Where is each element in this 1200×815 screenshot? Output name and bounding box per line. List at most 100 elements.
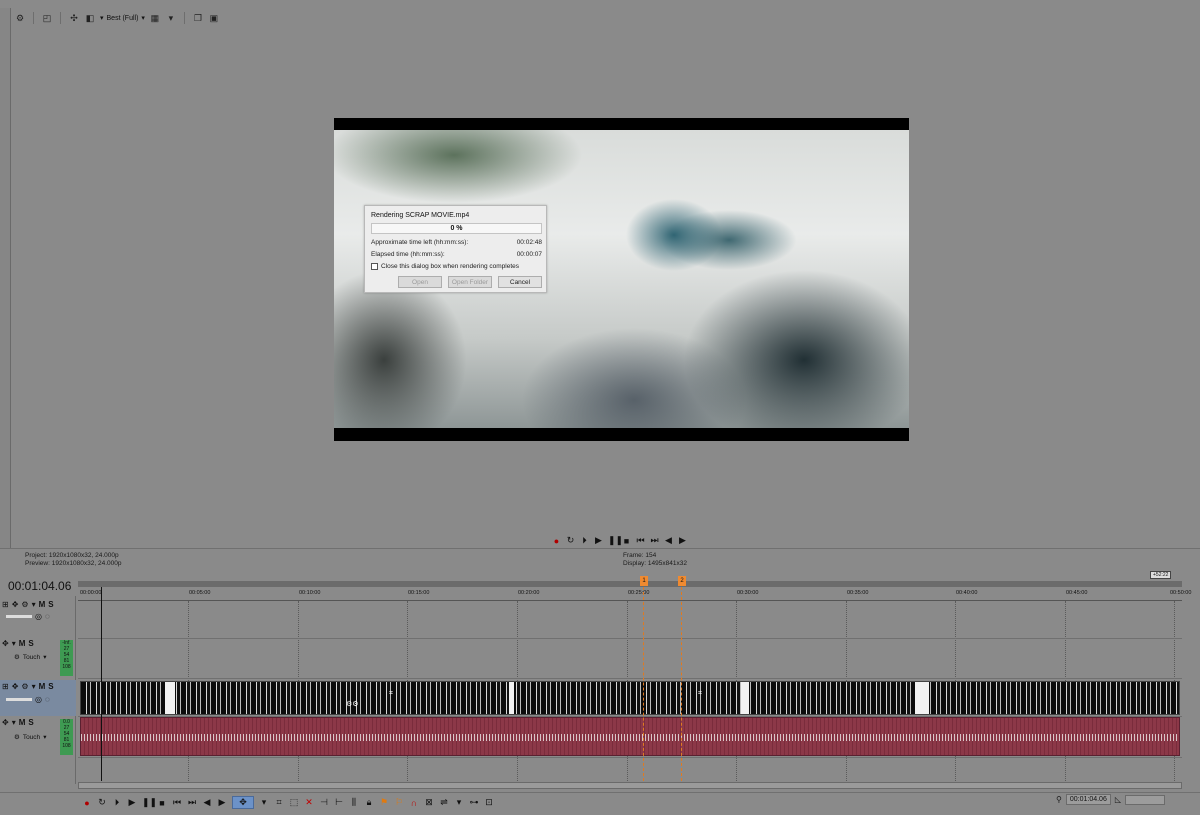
- mute-button[interactable]: M: [19, 639, 26, 648]
- close-when-done-option[interactable]: Close this dialog box when rendering com…: [371, 263, 519, 270]
- selection-length-field[interactable]: [1125, 794, 1165, 805]
- overlay-icon[interactable]: ◧: [84, 12, 96, 24]
- compositing-icon[interactable]: ◌: [45, 612, 50, 621]
- play-from-start-icon[interactable]: ⏵: [112, 797, 122, 808]
- event-pan-crop-icon[interactable]: ⌗: [698, 690, 702, 698]
- composite-mode-icon[interactable]: ◎: [35, 695, 42, 704]
- track-fx-icon[interactable]: ⚙: [21, 682, 28, 691]
- save-icon[interactable]: ▣: [208, 12, 220, 24]
- level-slider[interactable]: [6, 615, 32, 618]
- marker-2[interactable]: 2: [678, 576, 686, 586]
- solo-button[interactable]: S: [28, 639, 33, 648]
- go-to-start-icon[interactable]: ⏮: [172, 797, 182, 808]
- previous-frame-icon[interactable]: ◀: [202, 797, 212, 808]
- chevron-down-icon[interactable]: ▾: [12, 718, 16, 727]
- video-event[interactable]: [165, 682, 175, 714]
- play-icon[interactable]: ▶: [127, 797, 137, 808]
- delete-icon[interactable]: ✕: [304, 797, 314, 808]
- cancel-button[interactable]: Cancel: [498, 276, 542, 288]
- timeline-area[interactable]: 1 2 +52:22 00:00:00 00:05:00 00:10:00 00…: [78, 571, 1200, 781]
- solo-button[interactable]: S: [48, 600, 53, 609]
- go-to-start-icon[interactable]: ⏮: [636, 535, 645, 546]
- move-icon[interactable]: ✥: [12, 600, 19, 609]
- playhead-cursor[interactable]: [101, 587, 102, 781]
- normal-edit-tool-icon[interactable]: ✥: [232, 796, 254, 809]
- close-when-done-checkbox[interactable]: [371, 263, 378, 270]
- loop-region-end[interactable]: +52:22: [1150, 571, 1172, 579]
- split-icon[interactable]: ⫼: [349, 797, 359, 808]
- move-icon[interactable]: ✥: [2, 718, 9, 727]
- insert-region-icon[interactable]: ⚐: [394, 797, 404, 808]
- chevron-down-icon[interactable]: ▾: [12, 639, 16, 648]
- cursor-timecode[interactable]: 00:01:04.06: [8, 579, 71, 593]
- insert-marker-icon[interactable]: ⚑: [379, 797, 389, 808]
- move-icon[interactable]: ✥: [12, 682, 19, 691]
- open-folder-button[interactable]: Open Folder: [448, 276, 492, 288]
- marker-1[interactable]: 1: [640, 576, 648, 586]
- compositing-icon[interactable]: ◌: [45, 695, 50, 704]
- track-1-header[interactable]: ⊞ ✥ ⚙ ▾ M S: [0, 600, 76, 609]
- lock-icon[interactable]: 🔒︎: [364, 797, 374, 808]
- stop-icon[interactable]: ■: [157, 798, 167, 808]
- cursor-time-field[interactable]: 00:01:04.06: [1065, 794, 1111, 805]
- go-to-end-icon[interactable]: ⏭: [187, 797, 197, 808]
- mute-button[interactable]: M: [19, 718, 26, 727]
- track-fx-icon[interactable]: ⚙: [21, 600, 28, 609]
- chevron-down-icon[interactable]: ▾: [32, 600, 36, 609]
- lock-envelopes-icon[interactable]: ⊶: [469, 797, 479, 808]
- loop-icon[interactable]: ↻: [566, 535, 575, 546]
- audio-event-track[interactable]: [80, 717, 1180, 756]
- trim-end-icon[interactable]: ⊢: [334, 797, 344, 808]
- video-event-track[interactable]: ⚙⚙ ⌗ ⌗: [80, 681, 1180, 715]
- automation-mode[interactable]: ⚙ Touch ▾: [14, 653, 46, 662]
- grid-icon[interactable]: ▦: [149, 12, 161, 24]
- video-event[interactable]: [741, 682, 749, 714]
- record-icon[interactable]: ●: [552, 536, 561, 546]
- move-icon[interactable]: ✥: [2, 639, 9, 648]
- expand-track-icon[interactable]: ⊞: [2, 682, 9, 691]
- video-event[interactable]: [915, 682, 929, 714]
- mute-button[interactable]: M: [39, 600, 46, 609]
- auto-ripple-icon[interactable]: ⇌: [439, 797, 449, 808]
- chevron-down-icon[interactable]: ▾: [165, 12, 177, 24]
- stop-icon[interactable]: ■: [622, 536, 631, 546]
- chevron-down-icon[interactable]: ▾: [454, 797, 464, 808]
- time-ruler[interactable]: 00:00:00 00:05:00 00:10:00 00:15:00 00:2…: [78, 589, 1191, 601]
- pause-icon[interactable]: ❚❚: [142, 797, 157, 808]
- snapping-icon[interactable]: ∩: [409, 798, 419, 808]
- gear-icon[interactable]: ⚙: [14, 12, 26, 24]
- selection-tool-icon[interactable]: ⬚: [289, 797, 299, 808]
- marker-bar[interactable]: [78, 581, 1182, 587]
- video-event[interactable]: [509, 682, 514, 714]
- auto-crossfade-icon[interactable]: ⊠: [424, 797, 434, 808]
- level-slider[interactable]: [6, 698, 32, 701]
- envelope-tool-icon[interactable]: ⌗: [274, 797, 284, 808]
- trim-start-icon[interactable]: ⊣: [319, 797, 329, 808]
- previous-frame-icon[interactable]: ◀: [664, 535, 673, 546]
- track-3-header[interactable]: ⊞ ✥ ⚙ ▾ M S: [0, 682, 76, 691]
- loop-icon[interactable]: ↻: [97, 797, 107, 808]
- pause-icon[interactable]: ❚❚: [608, 535, 623, 546]
- play-from-start-icon[interactable]: ⏵: [580, 535, 589, 546]
- next-frame-icon[interactable]: ▶: [678, 535, 687, 546]
- solo-button[interactable]: S: [48, 682, 53, 691]
- copy-icon[interactable]: ❐: [192, 12, 204, 24]
- composite-mode-icon[interactable]: ◎: [35, 612, 42, 621]
- automation-mode[interactable]: ⚙ Touch ▾: [14, 733, 46, 742]
- play-icon[interactable]: ▶: [594, 535, 603, 546]
- next-frame-icon[interactable]: ▶: [217, 797, 227, 808]
- expand-track-icon[interactable]: ⊞: [2, 600, 9, 609]
- chevron-down-icon[interactable]: ▾: [259, 797, 269, 808]
- split-screen-icon[interactable]: ✣: [68, 12, 80, 24]
- camera-icon[interactable]: ◰: [41, 12, 53, 24]
- mute-button[interactable]: M: [39, 682, 46, 691]
- preview-quality-dropdown[interactable]: ▾ Best (Full) ▾: [100, 14, 145, 23]
- timeline-scrollbar[interactable]: [78, 782, 1182, 789]
- event-pan-crop-icon[interactable]: ⌗: [389, 690, 393, 698]
- open-button[interactable]: Open: [398, 276, 442, 288]
- event-fx-icon[interactable]: ⚙⚙: [346, 700, 359, 708]
- chevron-down-icon[interactable]: ▾: [32, 682, 36, 691]
- ignore-grouping-icon[interactable]: ⊡: [484, 797, 494, 808]
- record-icon[interactable]: ●: [82, 798, 92, 808]
- go-to-end-icon[interactable]: ⏭: [650, 535, 659, 546]
